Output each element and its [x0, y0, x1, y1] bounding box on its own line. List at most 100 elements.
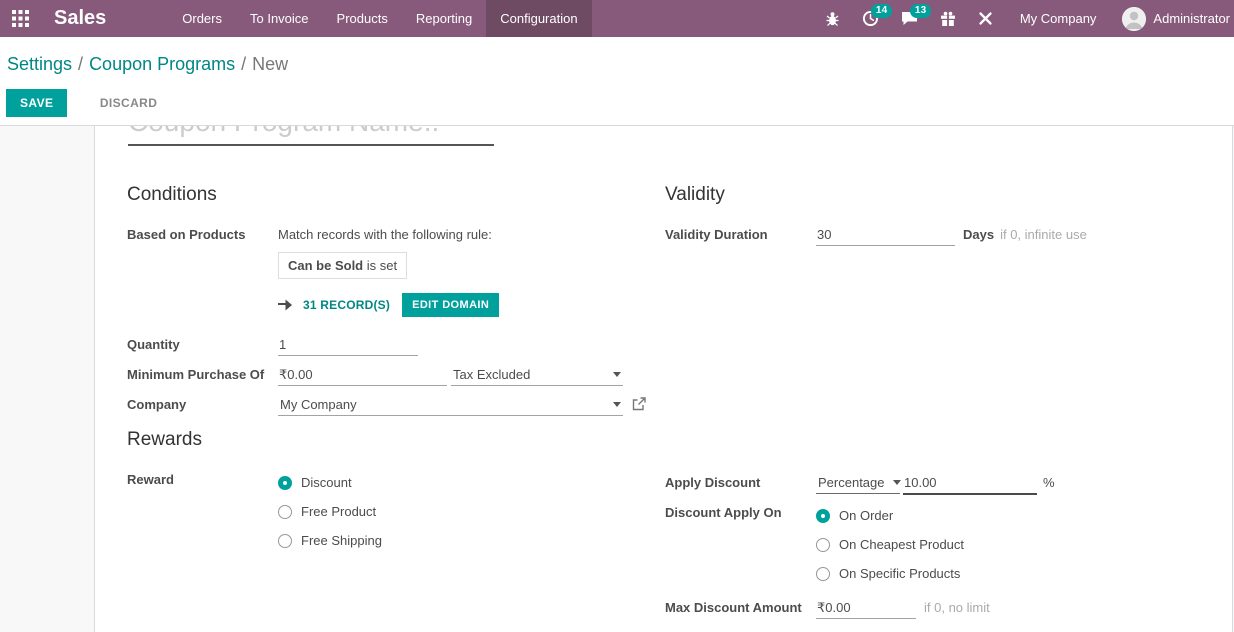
- radio-icon: [278, 505, 292, 519]
- menu-orders[interactable]: Orders: [168, 0, 236, 37]
- gift-button[interactable]: [929, 0, 967, 37]
- apps-menu-button[interactable]: [0, 0, 40, 37]
- records-count-link[interactable]: 31 RECORD(S): [303, 298, 390, 312]
- conditions-heading: Conditions: [127, 184, 661, 206]
- discard-button[interactable]: DISCARD: [86, 90, 171, 116]
- quantity-label: Quantity: [127, 333, 278, 352]
- breadcrumb-coupon-programs[interactable]: Coupon Programs: [89, 54, 235, 74]
- max-discount-hint: if 0, no limit: [924, 596, 990, 615]
- apply-on-option-label: On Cheapest Product: [839, 537, 964, 552]
- gift-icon: [940, 11, 956, 27]
- reward-option-discount[interactable]: Discount: [278, 468, 382, 497]
- quantity-row: Quantity: [127, 333, 661, 357]
- domain-rule-chip[interactable]: Can be Sold is set: [278, 252, 407, 279]
- duration-unit: Days: [963, 223, 994, 242]
- max-discount-label: Max Discount Amount: [665, 596, 816, 615]
- apps-grid-icon: [12, 10, 29, 27]
- radio-icon: [816, 538, 830, 552]
- rule-operator: is set: [363, 258, 397, 273]
- based-on-products-label: Based on Products: [127, 223, 278, 242]
- company-switcher[interactable]: My Company: [1004, 11, 1113, 26]
- tools-icon: [978, 11, 993, 26]
- company-open-record-button[interactable]: [632, 397, 646, 416]
- validity-duration-label: Validity Duration: [665, 223, 816, 242]
- discount-value-input[interactable]: [903, 471, 1037, 495]
- discount-type-select[interactable]: Percentage: [816, 471, 900, 494]
- breadcrumb: Settings/Coupon Programs/New: [7, 54, 1228, 75]
- validity-heading: Validity: [665, 184, 1225, 206]
- chevron-down-icon: [613, 372, 621, 377]
- apply-on-option-label: On Order: [839, 508, 893, 523]
- reward-option-free-product[interactable]: Free Product: [278, 497, 382, 526]
- tax-mode-select[interactable]: Tax Excluded: [451, 363, 623, 386]
- debug-button[interactable]: [814, 0, 851, 37]
- apply-on-option-cheapest[interactable]: On Cheapest Product: [816, 530, 964, 559]
- rewards-heading: Rewards: [127, 429, 661, 451]
- radio-icon: [816, 567, 830, 581]
- top-navbar: Sales Orders To Invoice Products Reporti…: [0, 0, 1234, 37]
- breadcrumb-settings[interactable]: Settings: [7, 54, 72, 74]
- edit-domain-button[interactable]: EDIT DOMAIN: [402, 293, 499, 317]
- menu-reporting[interactable]: Reporting: [402, 0, 486, 37]
- save-button[interactable]: SAVE: [6, 89, 67, 117]
- reward-label: Reward: [127, 468, 278, 487]
- min-purchase-row: Minimum Purchase Of Tax Excluded: [127, 363, 661, 387]
- validity-duration-input[interactable]: [816, 223, 955, 246]
- rule-intro-text: Match records with the following rule:: [278, 223, 499, 242]
- duration-hint: if 0, infinite use: [1000, 223, 1087, 242]
- company-row: Company My Company: [127, 393, 661, 417]
- user-menu[interactable]: Administrator: [1112, 0, 1234, 37]
- form-sheet: Conditions Based on Products Match recor…: [94, 126, 1233, 632]
- apply-discount-label: Apply Discount: [665, 471, 816, 490]
- company-label: Company: [127, 393, 278, 412]
- breadcrumb-separator: /: [235, 54, 252, 74]
- reward-option-free-shipping[interactable]: Free Shipping: [278, 526, 382, 555]
- reward-radio-group: Discount Free Product Free Shipping: [278, 468, 382, 555]
- program-name-input[interactable]: [128, 126, 494, 146]
- apply-on-option-label: On Specific Products: [839, 566, 960, 581]
- reward-option-label: Discount: [301, 475, 352, 490]
- breadcrumb-current: New: [252, 54, 288, 74]
- reward-option-label: Free Product: [301, 504, 376, 519]
- radio-selected-icon: [816, 509, 830, 523]
- user-avatar: [1122, 7, 1146, 31]
- menu-to-invoice[interactable]: To Invoice: [236, 0, 323, 37]
- quantity-input[interactable]: [278, 333, 418, 356]
- domain-widget: Match records with the following rule: C…: [278, 223, 499, 327]
- rewards-detail-section: Apply Discount Percentage % Discount App…: [665, 471, 1225, 626]
- breadcrumb-separator: /: [72, 54, 89, 74]
- reward-option-label: Free Shipping: [301, 533, 382, 548]
- radio-icon: [278, 534, 292, 548]
- reward-row: Reward Discount Free Product Free Shippi…: [127, 468, 661, 555]
- discount-apply-on-label: Discount Apply On: [665, 501, 816, 520]
- app-title[interactable]: Sales: [54, 7, 106, 30]
- domain-records-row: 31 RECORD(S) EDIT DOMAIN: [278, 293, 499, 317]
- main-menu: Orders To Invoice Products Reporting Con…: [168, 0, 591, 37]
- chevron-down-icon: [893, 480, 901, 485]
- discount-apply-on-row: Discount Apply On On Order On Cheapest P…: [665, 501, 1225, 588]
- rewards-section: Rewards Reward Discount Free Product Fre…: [127, 429, 661, 561]
- activities-button[interactable]: 14: [851, 0, 890, 37]
- apply-discount-row: Apply Discount Percentage %: [665, 471, 1225, 495]
- min-purchase-label: Minimum Purchase Of: [127, 363, 278, 382]
- apply-on-option-specific[interactable]: On Specific Products: [816, 559, 964, 588]
- min-purchase-input[interactable]: [278, 363, 447, 386]
- menu-configuration[interactable]: Configuration: [486, 0, 591, 37]
- validity-section: Validity Validity Duration Days if 0, in…: [665, 184, 1225, 253]
- company-select[interactable]: My Company: [278, 393, 623, 416]
- apply-on-option-on-order[interactable]: On Order: [816, 501, 964, 530]
- based-on-products-row: Based on Products Match records with the…: [127, 223, 661, 327]
- radio-selected-icon: [278, 476, 292, 490]
- max-discount-input[interactable]: [816, 596, 916, 619]
- tools-button[interactable]: [967, 0, 1004, 37]
- conditions-section: Conditions Based on Products Match recor…: [127, 184, 661, 423]
- external-link-icon: [632, 397, 646, 411]
- tax-mode-value: Tax Excluded: [453, 367, 530, 382]
- topbar-systray: 14 13: [814, 0, 1234, 37]
- user-name: Administrator: [1153, 11, 1230, 26]
- bug-icon: [825, 11, 840, 27]
- messages-button[interactable]: 13: [890, 0, 929, 37]
- validity-duration-row: Validity Duration Days if 0, infinite us…: [665, 223, 1225, 247]
- menu-products[interactable]: Products: [323, 0, 402, 37]
- max-discount-row: Max Discount Amount if 0, no limit: [665, 596, 1225, 620]
